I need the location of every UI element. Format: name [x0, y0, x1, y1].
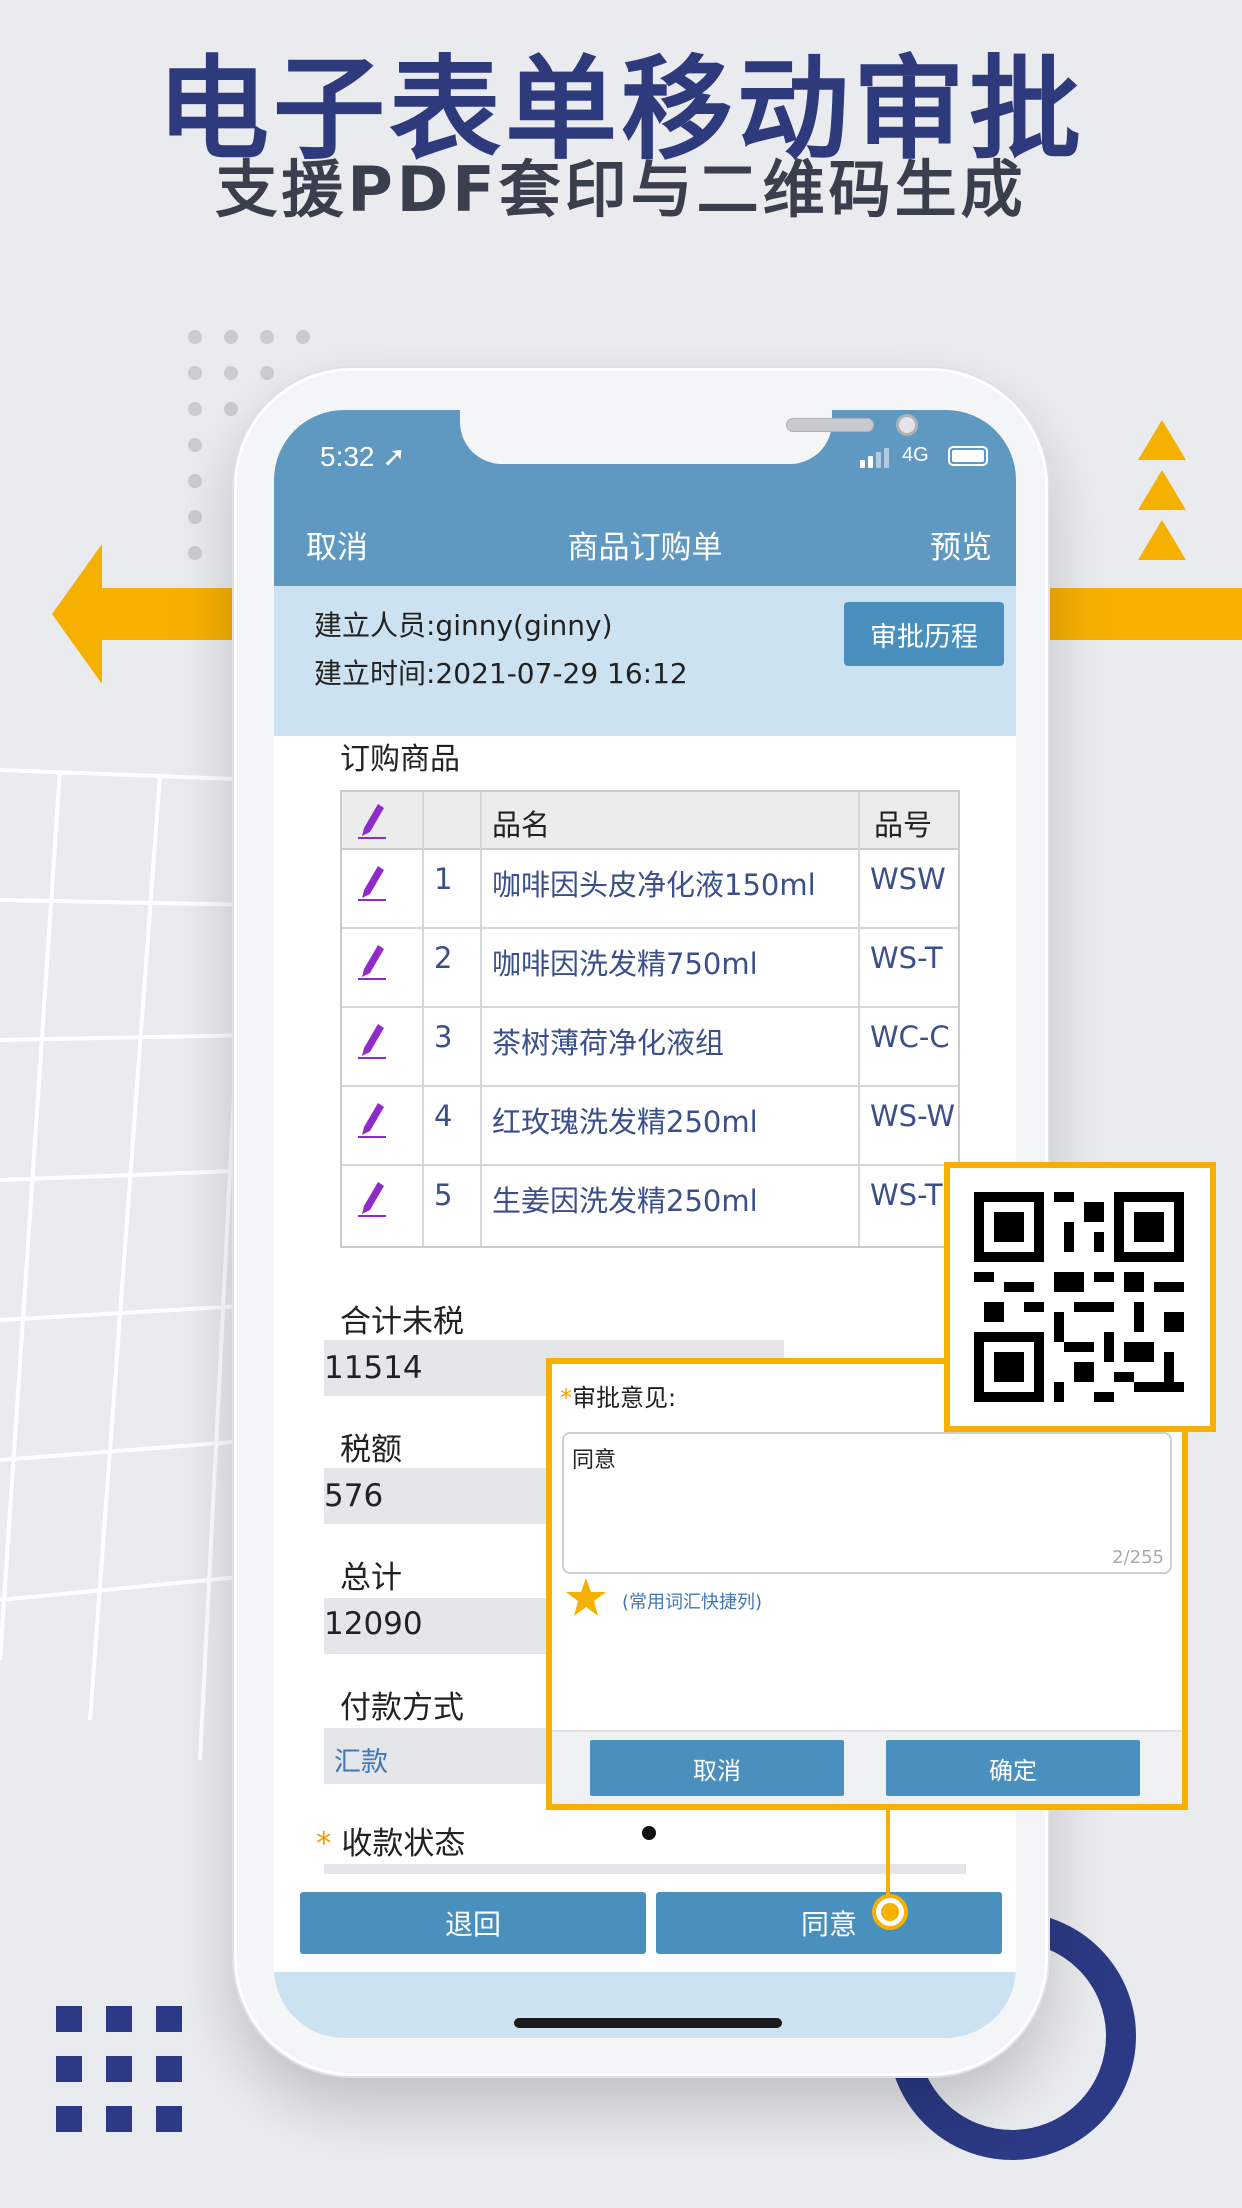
row-number: 2: [434, 941, 453, 975]
table-row[interactable]: 3 茶树薄荷净化液组 WC-C: [342, 1008, 958, 1087]
front-camera: [896, 414, 918, 436]
status-time: 5:32 ➚: [320, 441, 406, 472]
edit-pencil-icon[interactable]: [356, 937, 386, 981]
product-code: WC-C: [870, 1020, 950, 1054]
signal-icon: [860, 448, 892, 468]
table-row[interactable]: 5 生姜因洗发精250ml WS-T: [342, 1166, 958, 1245]
tax-value: 576: [324, 1478, 384, 1514]
column-header-name: 品名: [492, 808, 551, 842]
row-number: 1: [434, 862, 453, 896]
popup-footer: 取消 确定: [552, 1730, 1182, 1804]
order-section-title: 订购商品: [340, 742, 460, 777]
product-name: 咖啡因头皮净化液150ml: [492, 868, 816, 902]
phone-notch: [460, 410, 918, 464]
star-icon[interactable]: [564, 1576, 608, 1620]
decor-grid-lines: [0, 768, 260, 1761]
product-name: 红玫瑰洗发精250ml: [492, 1105, 758, 1139]
qr-code-image: [974, 1192, 1184, 1402]
decor-triangle: [1138, 420, 1186, 460]
reject-button[interactable]: 退回: [300, 1892, 646, 1954]
table-row[interactable]: 2 咖啡因洗发精750ml WS-T: [342, 929, 958, 1008]
column-header-code: 品号: [874, 808, 933, 842]
created-time-text: 建立时间:2021-07-29 16:12: [314, 657, 688, 690]
popup-cancel-button[interactable]: 取消: [590, 1740, 844, 1796]
decor-triangle: [1138, 520, 1186, 560]
shortcut-phrases-link[interactable]: (常用词汇快捷列): [622, 1588, 762, 1614]
home-indicator: [514, 2018, 782, 2028]
qr-code-card: [944, 1162, 1216, 1432]
product-code: WS-T: [870, 941, 943, 975]
approve-button[interactable]: 同意: [656, 1892, 1002, 1954]
row-number: 3: [434, 1020, 453, 1054]
product-code: WSW: [870, 862, 946, 896]
nav-preview-button[interactable]: 预览: [930, 522, 992, 567]
total-label: 总计: [340, 1560, 402, 1596]
edit-pencil-icon[interactable]: [356, 1174, 386, 1218]
row-number: 4: [434, 1099, 453, 1133]
payment-value[interactable]: 汇款: [334, 1740, 388, 1779]
callout-target-icon: [872, 1894, 908, 1930]
banner-subtitle: 支援PDF套印与二维码生成: [215, 153, 1027, 226]
product-code: WS-W: [870, 1099, 956, 1133]
edit-pencil-icon[interactable]: [356, 1016, 386, 1060]
comment-textarea[interactable]: 同意 2/255: [562, 1432, 1172, 1574]
total-value: 12090: [324, 1606, 423, 1642]
subtotal-value: 11514: [324, 1350, 423, 1386]
radio-dot[interactable]: [642, 1826, 656, 1840]
popup-confirm-button[interactable]: 确定: [886, 1740, 1140, 1796]
tax-label: 税额: [340, 1432, 402, 1468]
order-table: 品名 品号 1 咖啡因头皮净化液150ml WSW 2 咖啡因洗发精750ml …: [340, 790, 960, 1248]
form-info-band: 建立人员:ginny(ginny) 建立时间:2021-07-29 16:12 …: [274, 586, 1016, 736]
comment-label: *审批意见:: [560, 1384, 677, 1412]
receipt-status-label: * 收款状态: [316, 1826, 466, 1862]
battery-icon: [948, 446, 988, 466]
product-name: 咖啡因洗发精750ml: [492, 947, 758, 981]
header-bar: 5:32 ➚ 4G 取消 商品订购单 预览: [274, 410, 1016, 586]
table-row[interactable]: 4 红玫瑰洗发精250ml WS-W: [342, 1087, 958, 1166]
decor-triangle: [1138, 470, 1186, 510]
product-name: 生姜因洗发精250ml: [492, 1184, 758, 1218]
char-counter: 2/255: [1112, 1547, 1164, 1568]
payment-label: 付款方式: [340, 1690, 464, 1726]
table-row[interactable]: 1 咖啡因头皮净化液150ml WSW: [342, 850, 958, 929]
speaker-grille: [786, 418, 874, 432]
creator-text: 建立人员:ginny(ginny): [314, 609, 613, 642]
row-number: 5: [434, 1178, 453, 1212]
home-indicator-band: [274, 1972, 1016, 2038]
table-header: 品名 品号: [342, 792, 958, 850]
network-type: 4G: [902, 444, 929, 466]
edit-pencil-icon[interactable]: [356, 1095, 386, 1139]
edit-pencil-icon[interactable]: [356, 858, 386, 902]
decor-arrow-head: [52, 544, 102, 684]
nav-title: 商品订购单: [567, 530, 723, 566]
approval-history-button[interactable]: 审批历程: [844, 602, 1004, 666]
subtotal-label: 合计未税: [340, 1304, 464, 1340]
edit-pencil-icon[interactable]: [356, 796, 386, 840]
receipt-status-field[interactable]: [324, 1864, 966, 1874]
product-name: 茶树薄荷净化液组: [492, 1026, 725, 1060]
